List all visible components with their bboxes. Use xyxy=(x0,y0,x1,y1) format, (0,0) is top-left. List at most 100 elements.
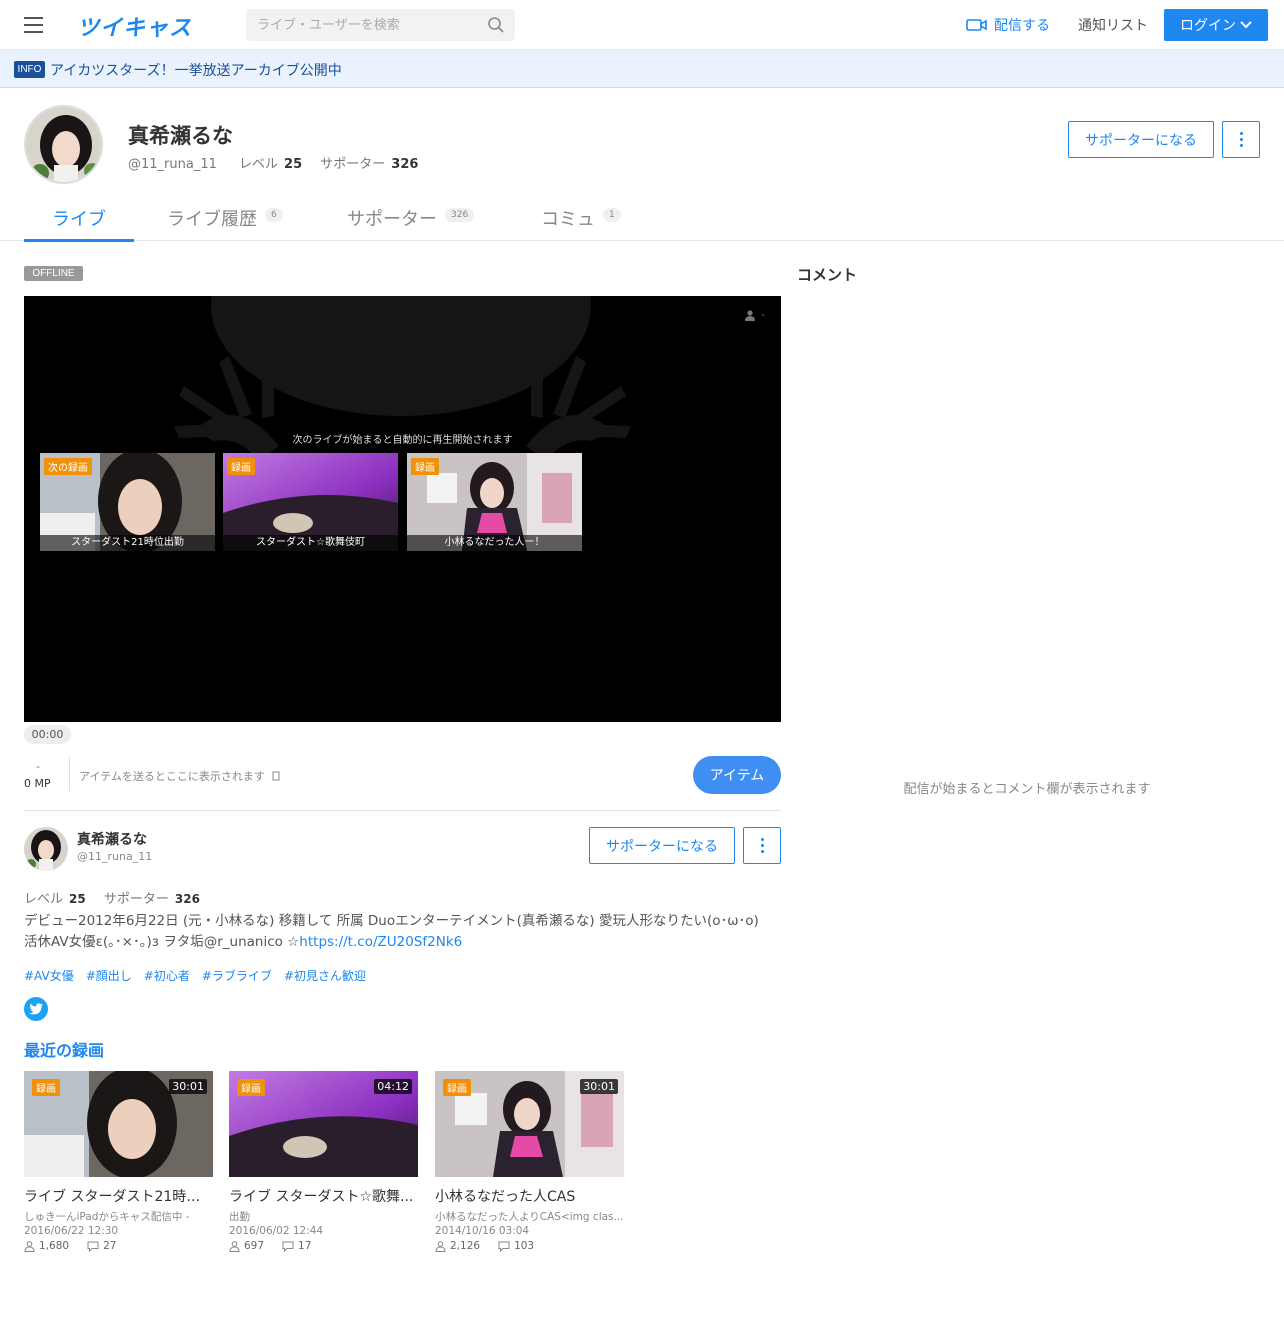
thumb-caption: スターダスト☆歌舞伎町 xyxy=(223,535,398,551)
user-icon xyxy=(745,310,756,321)
comment-icon xyxy=(498,1241,510,1252)
item-button[interactable]: アイテム xyxy=(693,756,781,794)
site-logo[interactable]: ツイキャス xyxy=(77,10,192,42)
info-link[interactable]: アイカツスターズ！一挙放送アーカイブ公開中 xyxy=(50,60,342,80)
item-area: アイテムを送るとここに表示されます xyxy=(79,768,280,784)
profile-meta: @11_runa_11 レベル 25 サポーター 326 xyxy=(128,153,418,172)
duration-badge: 04:12 xyxy=(374,1079,412,1094)
record-badge: 録画 xyxy=(237,1079,265,1096)
profile-name: 真希瀬るな xyxy=(77,832,147,848)
user-icon xyxy=(24,1240,35,1252)
tag[interactable]: #初心者 xyxy=(144,967,190,984)
menu-icon[interactable] xyxy=(24,17,43,33)
tab-label: ライブ履歴 xyxy=(167,209,257,230)
record-badge: 録画 xyxy=(411,458,439,475)
tag[interactable]: #顔出し xyxy=(86,967,132,984)
avatar-image xyxy=(24,827,68,871)
card-date: 2016/06/02 12:44 xyxy=(229,1225,324,1237)
search-icon[interactable] xyxy=(487,16,505,34)
video-camera-icon xyxy=(966,19,987,31)
recording-thumb[interactable]: 録画 小林るなだった人ー！ xyxy=(407,453,582,551)
avatar[interactable] xyxy=(24,105,103,184)
mp-value: 0 MP xyxy=(24,777,51,790)
duration-badge: 30:01 xyxy=(580,1079,618,1094)
thumb-caption: 小林るなだった人ー！ xyxy=(407,535,582,551)
next-recording-thumb[interactable]: 次の録画 スターダスト21時位出勤 xyxy=(40,453,215,551)
card-thumbnail[interactable]: 録画 30:01 xyxy=(24,1071,213,1177)
tag[interactable]: #ラブライブ xyxy=(202,967,272,984)
more-options-button[interactable] xyxy=(1222,121,1260,158)
info-badge: INFO xyxy=(14,61,45,78)
card-title[interactable]: 小林るなだった人CAS xyxy=(435,1186,624,1206)
level-label: レベル xyxy=(24,892,64,907)
bio-link[interactable]: https://t.co/ZU20Sf2Nk6 xyxy=(299,934,462,950)
card-subtitle: 小林るなだった人よりCAS<img clas... xyxy=(435,1211,624,1223)
avatar-image xyxy=(26,107,101,182)
user-icon xyxy=(229,1240,240,1252)
tab-supporters[interactable]: サポーター 326 xyxy=(347,194,475,241)
search-input[interactable] xyxy=(246,9,481,41)
twitter-bird-icon xyxy=(29,1003,43,1015)
tag-list: #AV女優 #顔出し #初心者 #ラブライブ #初見さん歓迎 xyxy=(24,967,366,984)
tab-label: コミュ xyxy=(541,209,595,230)
tab-count: 326 xyxy=(445,208,475,222)
level-value: 25 xyxy=(69,892,86,906)
recording-card[interactable]: 録画 30:01 ライブ スターダスト21時位... しゅきーんiPadからキャ… xyxy=(24,1071,213,1252)
supporter-count: 326 xyxy=(174,892,200,906)
tab-community[interactable]: コミュ 1 xyxy=(541,194,621,241)
search-box xyxy=(246,9,515,41)
view-count: 697 xyxy=(244,1240,265,1252)
offline-badge: OFFLINE xyxy=(24,266,83,281)
card-title[interactable]: ライブ スターダスト21時位... xyxy=(24,1186,213,1206)
comments-empty-text: 配信が始まるとコメント欄が表示されます xyxy=(903,782,1151,797)
login-button[interactable]: ログイン xyxy=(1164,9,1268,41)
video-player[interactable]: - 次のライブが始まると自動的に再生開始されます 次の録画 スターダスト21時位… xyxy=(24,296,781,722)
item-placeholder-text: アイテムを送るとここに表示されます xyxy=(79,770,265,783)
view-count: 1,680 xyxy=(39,1240,70,1252)
profile-meta: レベル 25 サポーター 326 xyxy=(24,888,200,907)
recording-thumb[interactable]: 録画 スターダスト☆歌舞伎町 xyxy=(223,453,398,551)
profile-bio: デビュー2012年6月22日 (元・小林るな) 移籍して 所属 Duoエンターテ… xyxy=(24,911,781,953)
comment-icon xyxy=(87,1241,99,1252)
card-title[interactable]: ライブ スターダスト☆歌舞... xyxy=(229,1186,418,1206)
record-badge: 録画 xyxy=(443,1079,471,1096)
playback-time: 00:00 xyxy=(24,725,71,744)
recording-card[interactable]: 録画 30:01 小林るなだった人CAS 小林るなだった人よりCAS<img c… xyxy=(435,1071,624,1252)
chevron-down-icon xyxy=(1240,21,1252,29)
comment-count: 27 xyxy=(103,1240,117,1252)
divider xyxy=(24,810,781,811)
card-thumbnail[interactable]: 録画 30:01 xyxy=(435,1071,624,1177)
record-badge: 録画 xyxy=(227,458,255,475)
supporter-label: サポーター xyxy=(103,892,169,907)
viewer-count-value: - xyxy=(761,310,765,321)
tab-count: 1 xyxy=(603,208,621,222)
tab-live-history[interactable]: ライブ履歴 6 xyxy=(167,194,283,241)
profile-name: 真希瀬るな xyxy=(128,124,233,148)
tag[interactable]: #AV女優 xyxy=(24,967,74,984)
more-options-button[interactable] xyxy=(743,827,781,864)
duration-badge: 30:01 xyxy=(169,1079,207,1094)
card-subtitle: 出勤 xyxy=(229,1211,250,1223)
card-thumbnail[interactable]: 録画 04:12 xyxy=(229,1071,418,1177)
twitter-icon[interactable] xyxy=(24,997,48,1021)
view-count: 2,126 xyxy=(450,1240,481,1252)
tab-count: 6 xyxy=(265,208,283,222)
top-header: ツイキャス 配信する 通知リスト ログイン xyxy=(0,0,1284,50)
tab-label: ライブ xyxy=(52,209,106,230)
notify-list-link[interactable]: 通知リスト xyxy=(1078,15,1148,35)
card-date: 2016/06/22 12:30 xyxy=(24,1225,119,1237)
recording-card[interactable]: 録画 04:12 ライブ スターダスト☆歌舞... 出勤 2016/06/02 … xyxy=(229,1071,418,1252)
tab-live[interactable]: ライブ xyxy=(24,194,134,242)
card-subtitle: しゅきーんiPadからキャス配信中 - xyxy=(24,1211,190,1223)
card-stats: 2,126 103 xyxy=(435,1240,624,1252)
card-date: 2014/10/16 03:04 xyxy=(435,1225,530,1237)
tag[interactable]: #初見さん歓迎 xyxy=(284,967,366,984)
level-value: 25 xyxy=(284,157,303,172)
info-bar: INFO アイカツスターズ！一挙放送アーカイブ公開中 xyxy=(0,50,1284,88)
avatar-small[interactable] xyxy=(24,827,68,871)
divider xyxy=(69,757,70,791)
broadcast-button[interactable]: 配信する xyxy=(966,15,1050,35)
become-supporter-button[interactable]: サポーターになる xyxy=(589,827,735,864)
become-supporter-button[interactable]: サポーターになる xyxy=(1068,121,1214,158)
record-badge: 録画 xyxy=(32,1079,60,1096)
